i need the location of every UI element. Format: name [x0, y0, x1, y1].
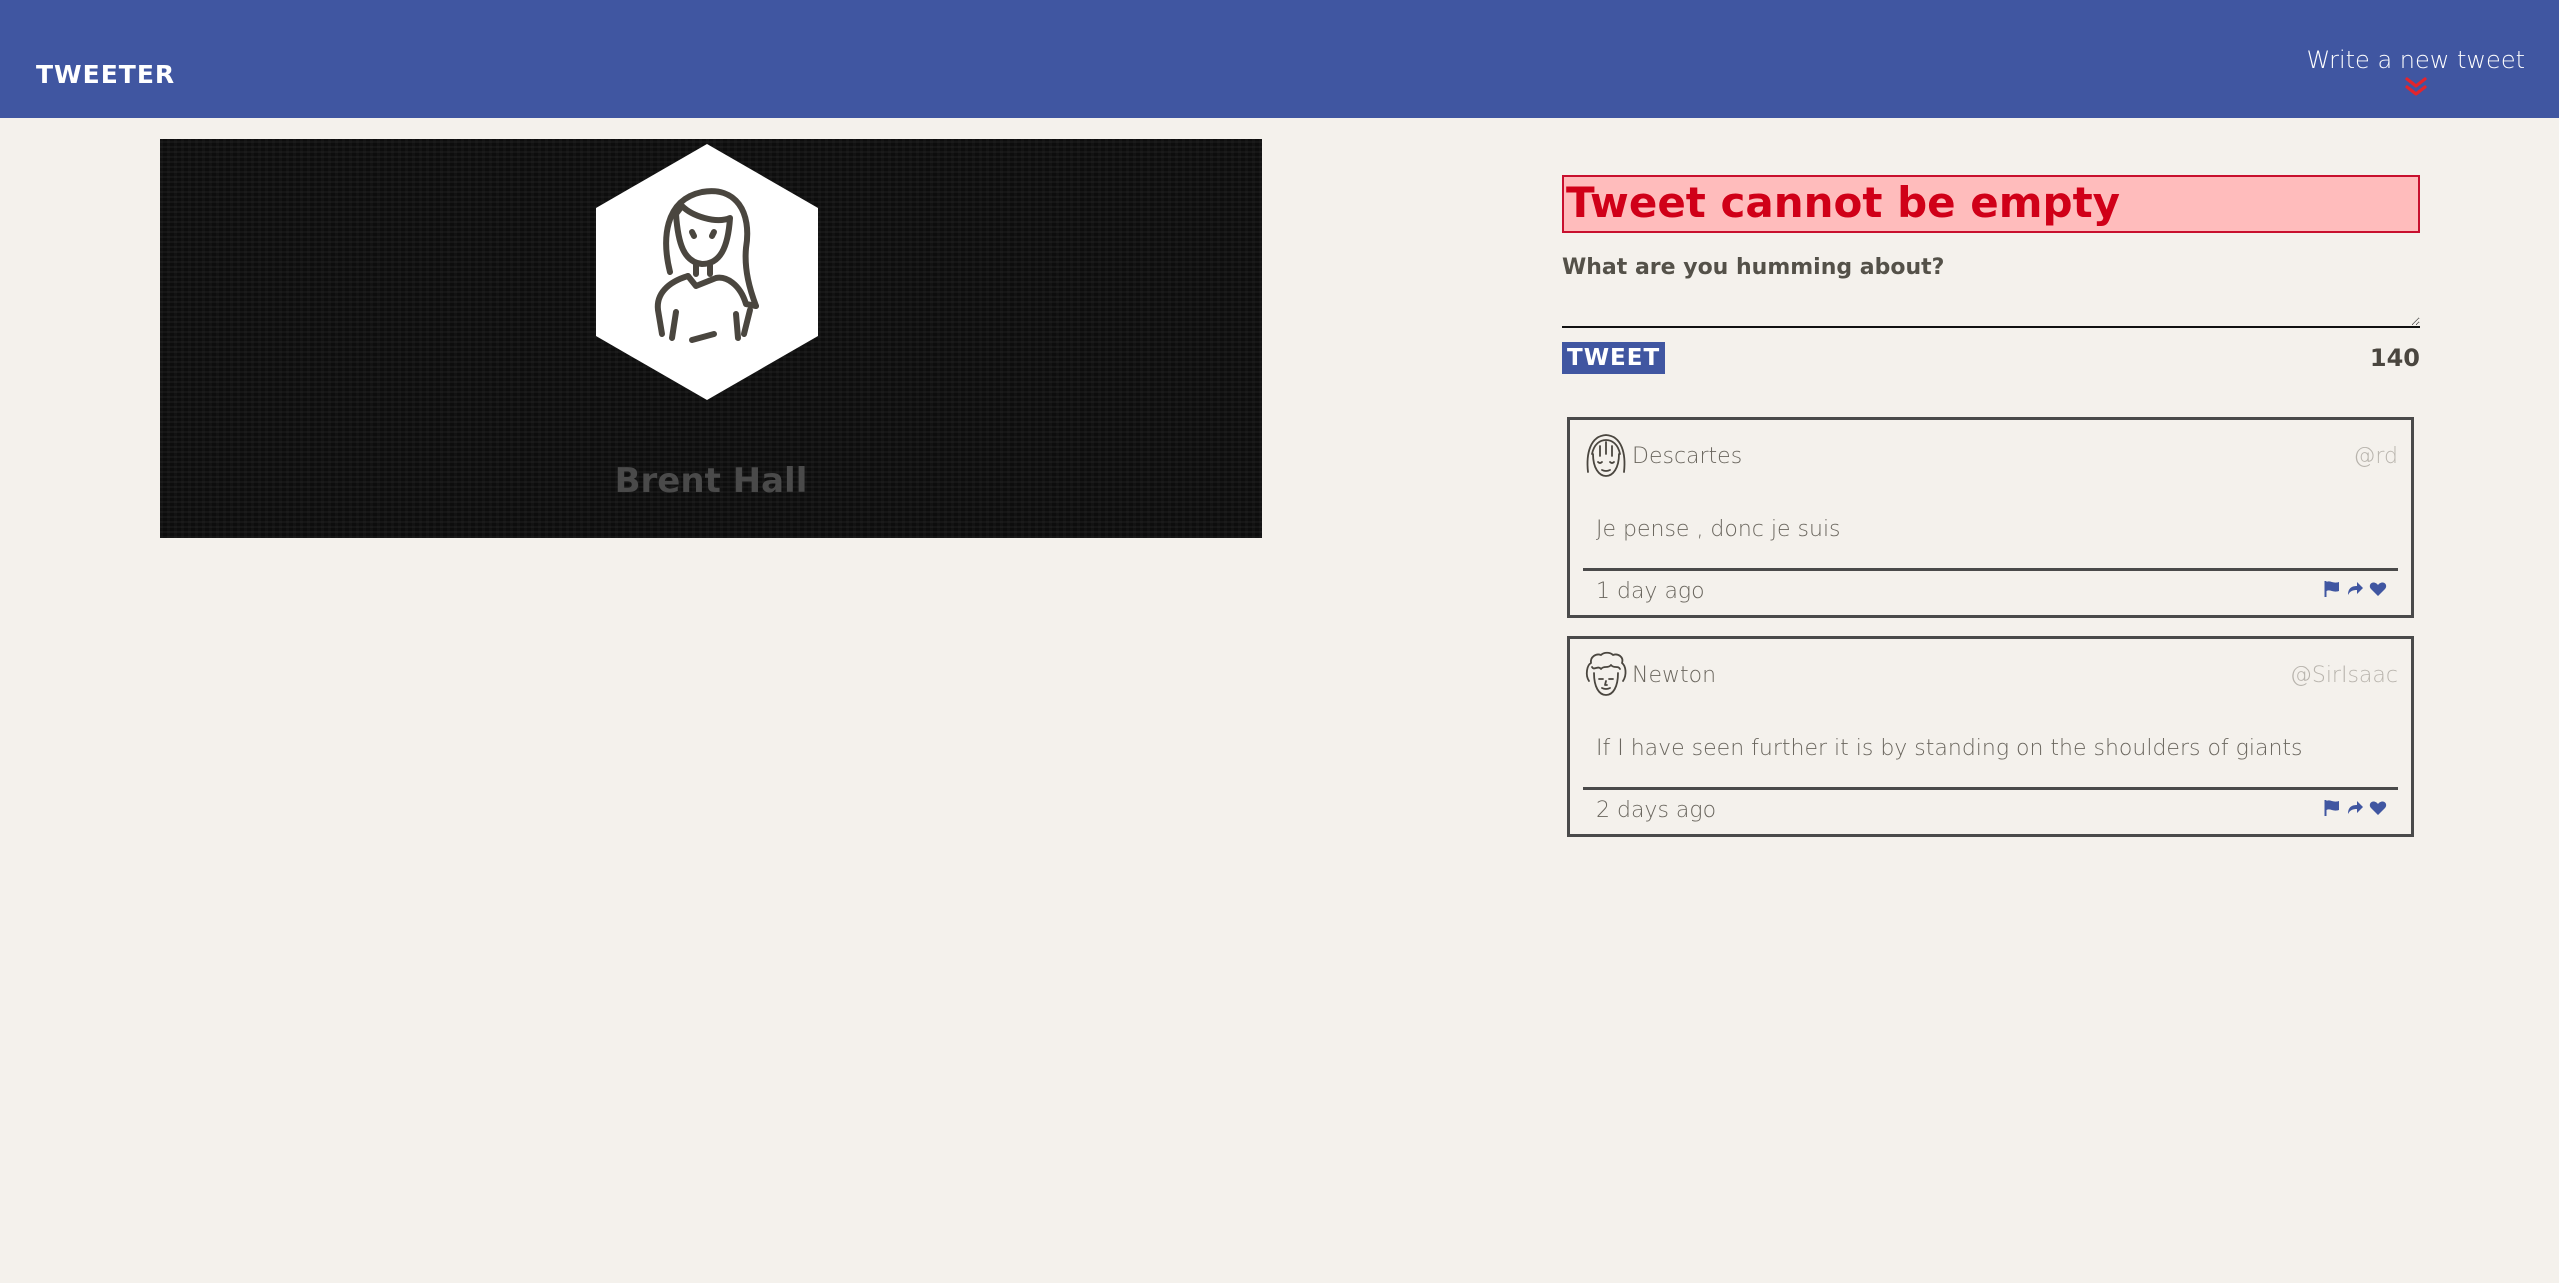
tweet-prompt-label: What are you humming about?	[1562, 255, 1945, 280]
char-counter: 140	[2369, 344, 2420, 372]
tweet-list: Descartes @rd Je pense , donc je suis 1 …	[1567, 417, 2414, 855]
double-chevron-down-icon	[2405, 77, 2427, 96]
tweet-text: Je pense , donc je suis	[1596, 517, 1841, 542]
tweet-text: If I have seen further it is by standing…	[1596, 736, 2303, 761]
tweet-submit-button[interactable]: TWEET	[1562, 342, 1666, 374]
tweet-author-handle[interactable]: @SirIsaac	[2290, 663, 2398, 688]
tweet-footer: 1 day ago	[1583, 568, 2398, 612]
tweet-author-handle[interactable]: @rd	[2353, 444, 2398, 469]
profile-banner: Brent Hall	[160, 139, 1262, 538]
write-new-tweet-toggle[interactable]: Write a new tweet	[2306, 46, 2525, 98]
tweet-timestamp: 1 day ago	[1596, 579, 1705, 604]
tweet-author-name: Descartes	[1632, 444, 1743, 469]
descartes-avatar-icon	[1586, 434, 1626, 477]
tweet-actions	[2323, 799, 2387, 817]
flag-icon[interactable]	[2323, 580, 2341, 598]
profile-name: Brent Hall	[614, 461, 808, 501]
heart-icon[interactable]	[2369, 799, 2387, 817]
tweet-actions	[2323, 580, 2387, 598]
write-new-tweet-label: Write a new tweet	[2306, 46, 2525, 74]
tweet-composer: Tweet cannot be empty What are you hummi…	[1562, 175, 2420, 374]
error-message: Tweet cannot be empty	[1562, 175, 2420, 233]
brand-logo[interactable]: TWEETER	[36, 60, 175, 89]
newton-avatar-icon	[1585, 651, 1627, 696]
tweet-card: Descartes @rd Je pense , donc je suis 1 …	[1567, 417, 2414, 618]
top-nav: TWEETER Write a new tweet	[0, 0, 2559, 118]
tweet-card: Newton @SirIsaac If I have seen further …	[1567, 636, 2414, 837]
woman-avatar-icon	[596, 144, 818, 400]
tweet-footer: 2 days ago	[1583, 787, 2398, 831]
composer-footer: TWEET 140	[1562, 342, 2420, 374]
retweet-icon[interactable]	[2346, 580, 2364, 598]
tweet-timestamp: 2 days ago	[1596, 798, 1717, 823]
tweet-author-name: Newton	[1632, 663, 1717, 688]
flag-icon[interactable]	[2323, 799, 2341, 817]
tweet-textarea[interactable]	[1562, 284, 2420, 328]
retweet-icon[interactable]	[2346, 799, 2364, 817]
heart-icon[interactable]	[2369, 580, 2387, 598]
